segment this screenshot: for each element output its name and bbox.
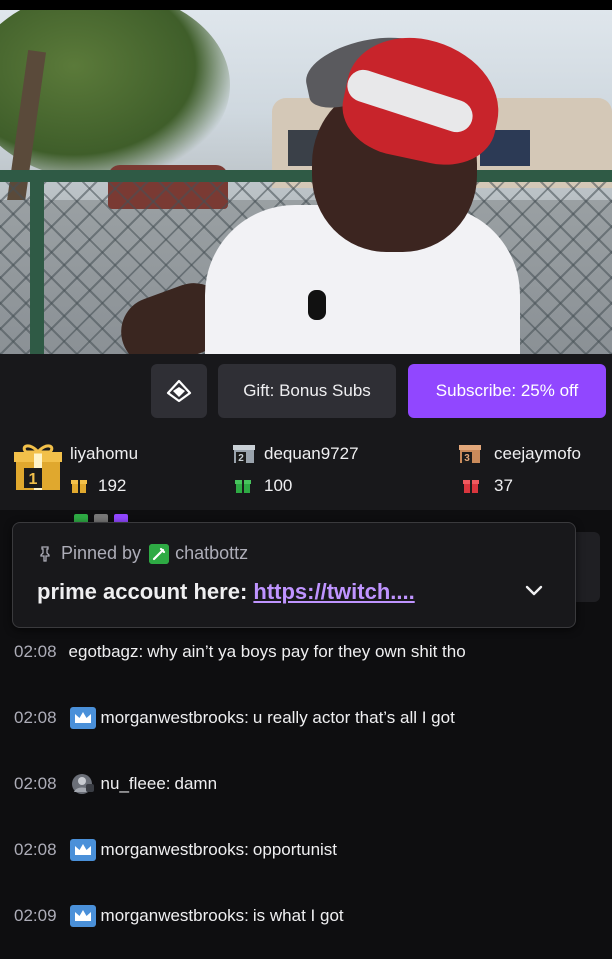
chat-separator: : xyxy=(244,708,249,727)
chat-text: is what I got xyxy=(252,906,344,925)
rank-3-gift-badge-icon: 3 xyxy=(459,445,481,464)
user-avatar-badge-icon[interactable] xyxy=(69,772,97,796)
chat-separator: : xyxy=(244,840,249,859)
chat-timestamp: 02:08 xyxy=(14,774,57,793)
bot-badge-icon xyxy=(149,543,170,564)
pinned-by-label: Pinned by xyxy=(61,543,142,563)
crown-badge-icon[interactable] xyxy=(69,706,97,730)
chat-message[interactable]: 02:08 egotbagz: why ain’t ya boys pay for … xyxy=(14,637,466,667)
chat-username[interactable]: nu_fleee xyxy=(101,774,166,794)
rank-1-gift-badge-icon: 1 xyxy=(14,444,62,490)
chat-text: why ain’t ya boys pay for they own shit … xyxy=(147,642,466,661)
chat-separator: : xyxy=(244,906,249,925)
pinned-text: prime account here: https://twitch.... xyxy=(37,579,415,605)
chat-username[interactable]: egotbagz xyxy=(69,642,139,662)
crown-badge-icon[interactable] xyxy=(69,904,97,928)
gift-icon xyxy=(463,480,479,493)
pin-icon xyxy=(40,545,50,562)
chat-text: damn xyxy=(174,774,218,793)
channel-action-bar: Gift: Bonus Subs Subscribe: 25% off xyxy=(0,354,612,426)
chat-text: u really actor that’s all I got xyxy=(252,708,455,727)
gift-icon xyxy=(235,480,251,493)
subscribe-button[interactable]: Subscribe: 25% off xyxy=(408,364,606,418)
chat-message[interactable]: 02:08 morganwestbrooks: u really actor tha… xyxy=(14,703,455,733)
leader-count: 192 xyxy=(98,476,127,495)
chat-username[interactable]: morganwestbrooks xyxy=(101,906,245,926)
pinned-message[interactable]: Pinned by chatbottz prime account here: … xyxy=(12,522,576,628)
chat-text: opportunist xyxy=(252,840,338,859)
gift-leaderboard: 1 liyahomu 192 2 dequan9727 100 3 ceejay… xyxy=(0,426,612,510)
leader-name: dequan9727 xyxy=(264,444,359,463)
leader-name: ceejaymofo xyxy=(494,444,581,463)
crown-badge-icon[interactable] xyxy=(69,838,97,862)
video-player[interactable] xyxy=(0,10,612,354)
prime-crown-icon xyxy=(166,379,192,403)
pinned-message-text: prime account here: xyxy=(37,579,254,604)
chevron-down-icon[interactable] xyxy=(523,579,545,601)
chat-message[interactable]: 02:09 morganwestbrooks: is what I got xyxy=(14,901,344,931)
chat-separator: : xyxy=(138,642,144,661)
chat-timestamp: 02:09 xyxy=(14,906,57,925)
chat-username[interactable]: morganwestbrooks xyxy=(101,708,245,728)
rank-2-gift-badge-icon: 2 xyxy=(233,445,255,464)
pinned-link[interactable]: https://twitch.... xyxy=(253,579,414,604)
pinned-by-user[interactable]: chatbottz xyxy=(175,543,248,564)
chat-message[interactable]: 02:08 nu_fleee: damn xyxy=(14,769,217,799)
svg-text:2: 2 xyxy=(238,453,244,464)
leader-count: 100 xyxy=(264,476,293,495)
chat-message[interactable]: 02:08 morganwestbrooks: opportunist xyxy=(14,835,337,865)
chat-separator: : xyxy=(165,774,171,793)
leader-name: liyahomu xyxy=(70,444,139,463)
chat-username[interactable]: morganwestbrooks xyxy=(101,840,245,860)
leader-count: 37 xyxy=(494,476,513,495)
svg-text:3: 3 xyxy=(464,453,470,464)
status-bar xyxy=(0,0,612,10)
gift-icon xyxy=(71,480,87,493)
prime-button[interactable] xyxy=(151,364,207,418)
chat-timestamp: 02:08 xyxy=(14,708,57,727)
svg-text:1: 1 xyxy=(29,471,38,488)
chat-timestamp: 02:08 xyxy=(14,642,57,661)
chat-timestamp: 02:08 xyxy=(14,840,57,859)
gift-subs-button[interactable]: Gift: Bonus Subs xyxy=(218,364,396,418)
pinned-header: Pinned by chatbottz xyxy=(37,543,248,564)
chat-panel: Pinned by chatbottz prime account here: … xyxy=(0,510,612,959)
